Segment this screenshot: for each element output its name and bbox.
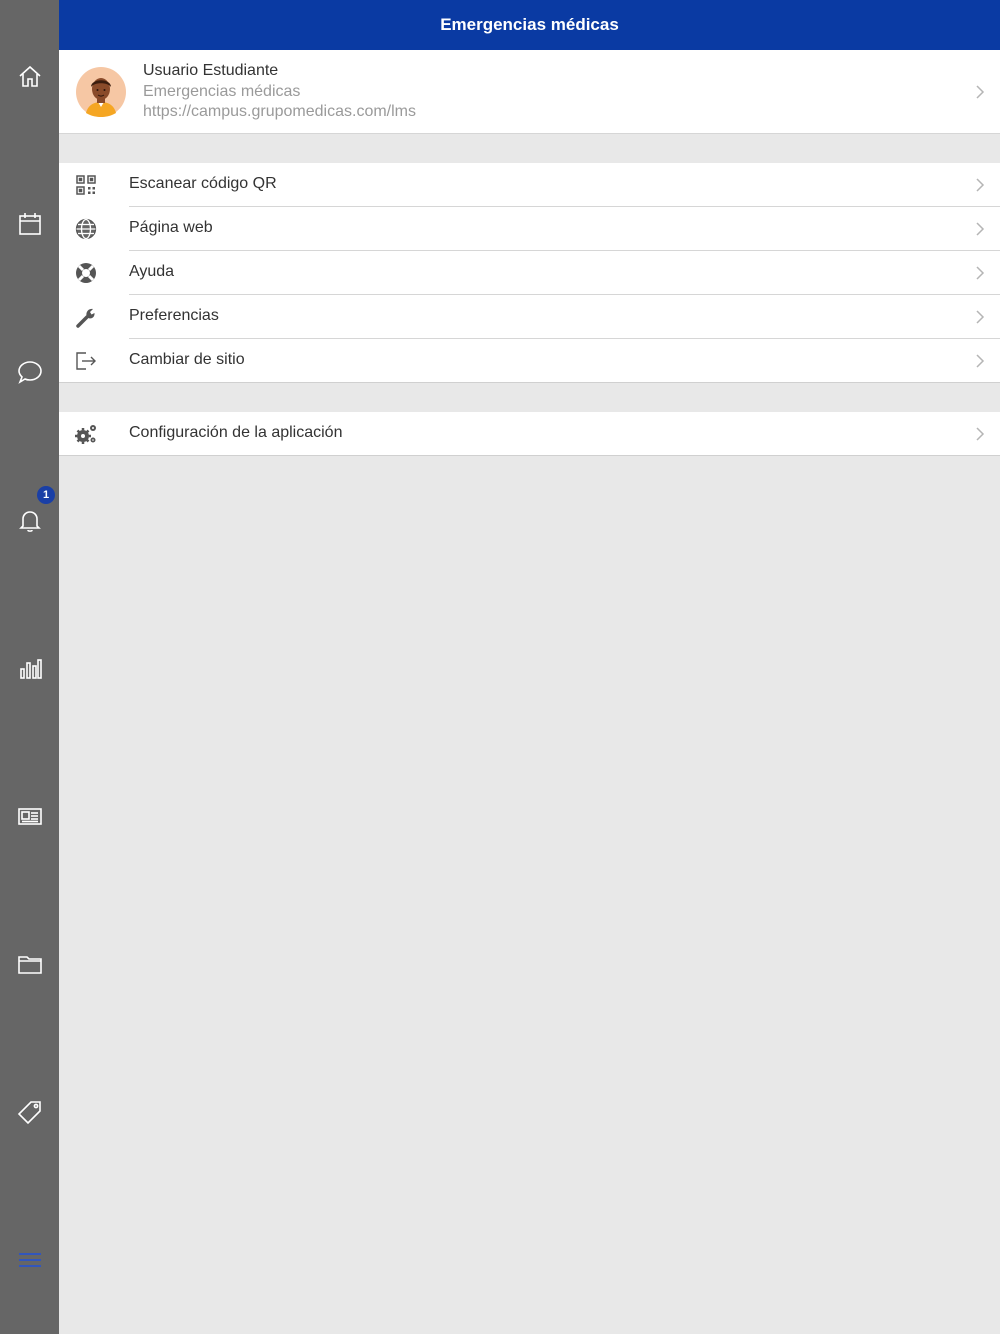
main-menu-list: Escanear código QR Página web Ayuda Pref… — [59, 163, 1000, 383]
sidebar-item-home[interactable] — [0, 46, 59, 106]
chevron-right-icon — [976, 310, 985, 324]
globe-icon — [75, 218, 97, 240]
calendar-icon — [18, 213, 41, 235]
sidebar-item-more[interactable] — [0, 1230, 59, 1290]
avatar — [76, 67, 126, 117]
bar-chart-icon — [19, 659, 42, 679]
wrench-icon — [76, 308, 95, 328]
user-site-name: Emergencias médicas — [143, 83, 301, 100]
gears-icon — [75, 425, 96, 444]
home-icon — [18, 65, 41, 87]
menu-item-change-site[interactable]: Cambiar de sitio — [59, 339, 1000, 383]
chevron-right-icon — [976, 178, 985, 192]
bell-icon — [18, 511, 41, 532]
settings-list: Configuración de la aplicación — [59, 412, 1000, 456]
sidebar-item-messages[interactable] — [0, 342, 59, 402]
notification-badge: 1 — [37, 486, 55, 504]
tag-icon — [17, 1101, 41, 1125]
menu-item-scan-qr[interactable]: Escanear código QR — [59, 163, 1000, 207]
chevron-right-icon — [976, 354, 985, 368]
newspaper-icon — [17, 808, 42, 825]
menu-item-label: Configuración de la aplicación — [129, 424, 343, 441]
sidebar-item-tags[interactable] — [0, 1082, 59, 1142]
hamburger-menu-icon — [18, 1253, 41, 1267]
menu-item-preferences[interactable]: Preferencias — [59, 295, 1000, 339]
menu-item-app-settings[interactable]: Configuración de la aplicación — [59, 412, 1000, 456]
chevron-right-icon — [976, 266, 985, 280]
menu-item-label: Preferencias — [129, 307, 219, 324]
folder-icon — [17, 956, 42, 974]
menu-item-label: Cambiar de sitio — [129, 351, 245, 368]
sidebar-item-news[interactable] — [0, 786, 59, 846]
sidebar-item-calendar[interactable] — [0, 194, 59, 254]
chat-bubble-icon — [17, 361, 42, 384]
menu-item-help[interactable]: Ayuda — [59, 251, 1000, 295]
divider — [59, 382, 1000, 383]
menu-item-label: Escanear código QR — [129, 175, 277, 192]
sidebar: 1 — [0, 0, 59, 1334]
lifebuoy-icon — [76, 263, 96, 283]
main-panel: Emergencias médicas Usuario Estudiante E… — [59, 0, 1000, 1334]
menu-item-website[interactable]: Página web — [59, 207, 1000, 251]
sidebar-item-files[interactable] — [0, 934, 59, 994]
sidebar-item-notifications[interactable]: 1 — [0, 486, 59, 550]
qr-code-icon — [76, 175, 96, 195]
page-title: Emergencias médicas — [59, 0, 1000, 50]
chevron-right-icon — [976, 85, 985, 99]
divider — [59, 455, 1000, 456]
sign-out-icon — [76, 352, 96, 370]
sidebar-item-grades[interactable] — [0, 638, 59, 698]
user-name: Usuario Estudiante — [143, 62, 279, 79]
chevron-right-icon — [976, 427, 985, 441]
menu-item-label: Página web — [129, 219, 213, 236]
menu-item-label: Ayuda — [129, 263, 175, 280]
user-profile-row[interactable]: Usuario Estudiante Emergencias médicas h… — [59, 50, 1000, 134]
user-site-url: https://campus.grupomedicas.com/lms — [143, 103, 416, 120]
chevron-right-icon — [976, 222, 985, 236]
